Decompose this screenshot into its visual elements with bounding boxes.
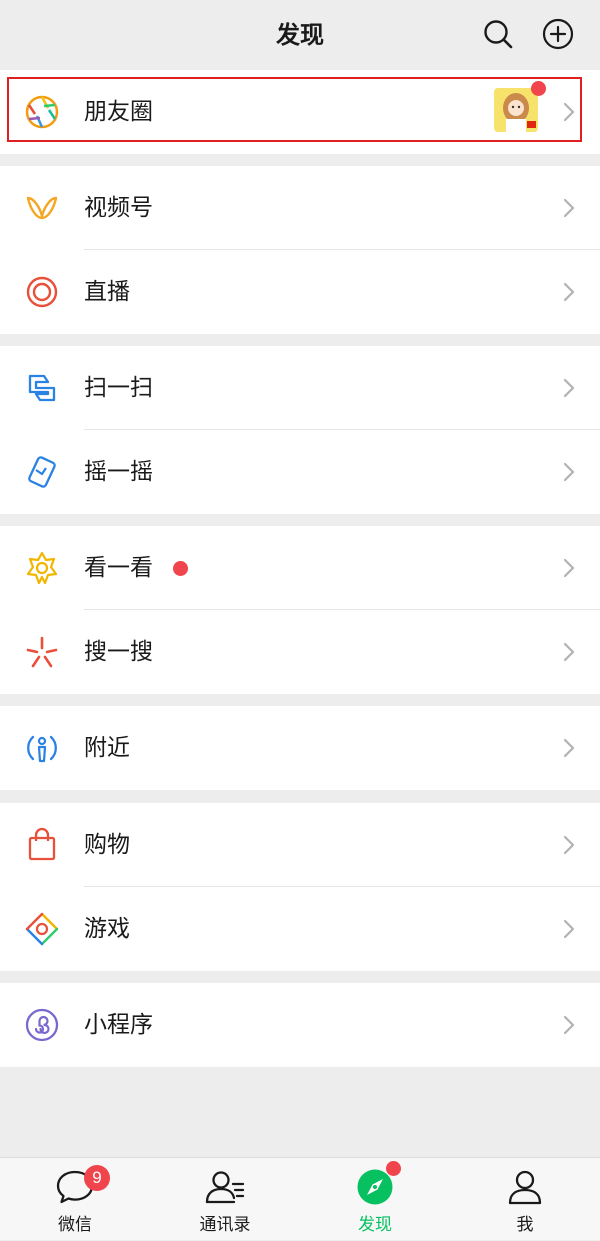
channels-icon — [26, 196, 58, 220]
discover-red-dot — [386, 1161, 401, 1176]
menu-item-top-stories[interactable]: 看一看 — [0, 526, 600, 610]
live-icon — [26, 276, 58, 308]
menu-item-label: 看一看 — [84, 555, 153, 581]
menu-item-label: 附近 — [84, 735, 130, 761]
section-top-stories-search: 看一看 搜一搜 — [0, 526, 600, 694]
chevron-right-icon — [563, 738, 575, 758]
menu-item-games[interactable]: 游戏 — [0, 887, 600, 971]
chevron-right-icon — [563, 462, 575, 482]
menu-item-scan[interactable]: 扫一扫 — [0, 346, 600, 430]
menu-item-shopping[interactable]: 购物 — [0, 803, 600, 887]
chevron-right-icon — [563, 282, 575, 302]
shopping-bag-icon — [28, 827, 56, 861]
moments-aperture-icon — [25, 95, 59, 129]
top-bar: 发现 — [0, 0, 600, 70]
menu-item-shake[interactable]: 摇一摇 — [0, 430, 600, 514]
menu-item-label: 扫一扫 — [84, 375, 153, 401]
shake-icon — [28, 456, 56, 488]
plus-circle-icon[interactable] — [541, 17, 575, 51]
top-stories-icon — [26, 551, 58, 585]
tab-label: 通讯录 — [199, 1215, 251, 1235]
section-nearby: 附近 — [0, 706, 600, 790]
contacts-icon — [205, 1171, 245, 1204]
moments-avatar-thumbnail — [494, 88, 538, 132]
chevron-right-icon — [563, 1015, 575, 1035]
tab-contacts[interactable]: 通讯录 — [150, 1158, 300, 1241]
menu-item-live[interactable]: 直播 — [0, 250, 600, 334]
menu-item-label: 视频号 — [84, 195, 153, 221]
menu-item-label: 摇一摇 — [84, 459, 153, 485]
section-shopping-games: 购物 游戏 — [0, 803, 600, 971]
chevron-right-icon — [563, 558, 575, 578]
tab-discover[interactable]: 发现 — [300, 1158, 450, 1241]
menu-item-search[interactable]: 搜一搜 — [0, 610, 600, 694]
games-icon — [25, 912, 59, 946]
menu-item-label: 游戏 — [84, 916, 130, 942]
tab-chats[interactable]: 9 微信 — [0, 1158, 150, 1241]
tab-label: 发现 — [358, 1215, 392, 1235]
chevron-right-icon — [563, 102, 575, 122]
menu-item-label: 朋友圈 — [84, 99, 153, 125]
section-channels: 视频号 直播 — [0, 166, 600, 334]
unread-badge: 9 — [84, 1165, 110, 1191]
chevron-right-icon — [563, 835, 575, 855]
menu-item-nearby[interactable]: 附近 — [0, 706, 600, 790]
bottom-tab-bar: 9 微信 通讯录 发现 我 — [0, 1157, 600, 1240]
moments-red-dot — [531, 81, 546, 96]
menu-item-label: 直播 — [84, 279, 130, 305]
me-icon — [508, 1170, 542, 1205]
menu-item-label: 小程序 — [84, 1012, 153, 1038]
tab-me[interactable]: 我 — [450, 1158, 600, 1241]
chevron-right-icon — [563, 378, 575, 398]
mini-programs-icon — [25, 1008, 59, 1042]
menu-item-label: 搜一搜 — [84, 639, 153, 665]
scan-icon — [28, 374, 56, 402]
section-mini-programs: 小程序 — [0, 983, 600, 1067]
menu-item-mini-programs[interactable]: 小程序 — [0, 983, 600, 1067]
tab-label: 我 — [516, 1215, 534, 1235]
nearby-icon — [27, 735, 57, 763]
chevron-right-icon — [563, 198, 575, 218]
search-icon[interactable] — [481, 17, 515, 51]
menu-item-channels[interactable]: 视频号 — [0, 166, 600, 250]
chevron-right-icon — [563, 919, 575, 939]
top-stories-red-dot — [173, 561, 188, 576]
search-spark-icon — [26, 636, 58, 668]
section-scan-shake: 扫一扫 摇一摇 — [0, 346, 600, 514]
menu-item-label: 购物 — [84, 832, 130, 858]
tab-label: 微信 — [58, 1215, 92, 1235]
chevron-right-icon — [563, 642, 575, 662]
